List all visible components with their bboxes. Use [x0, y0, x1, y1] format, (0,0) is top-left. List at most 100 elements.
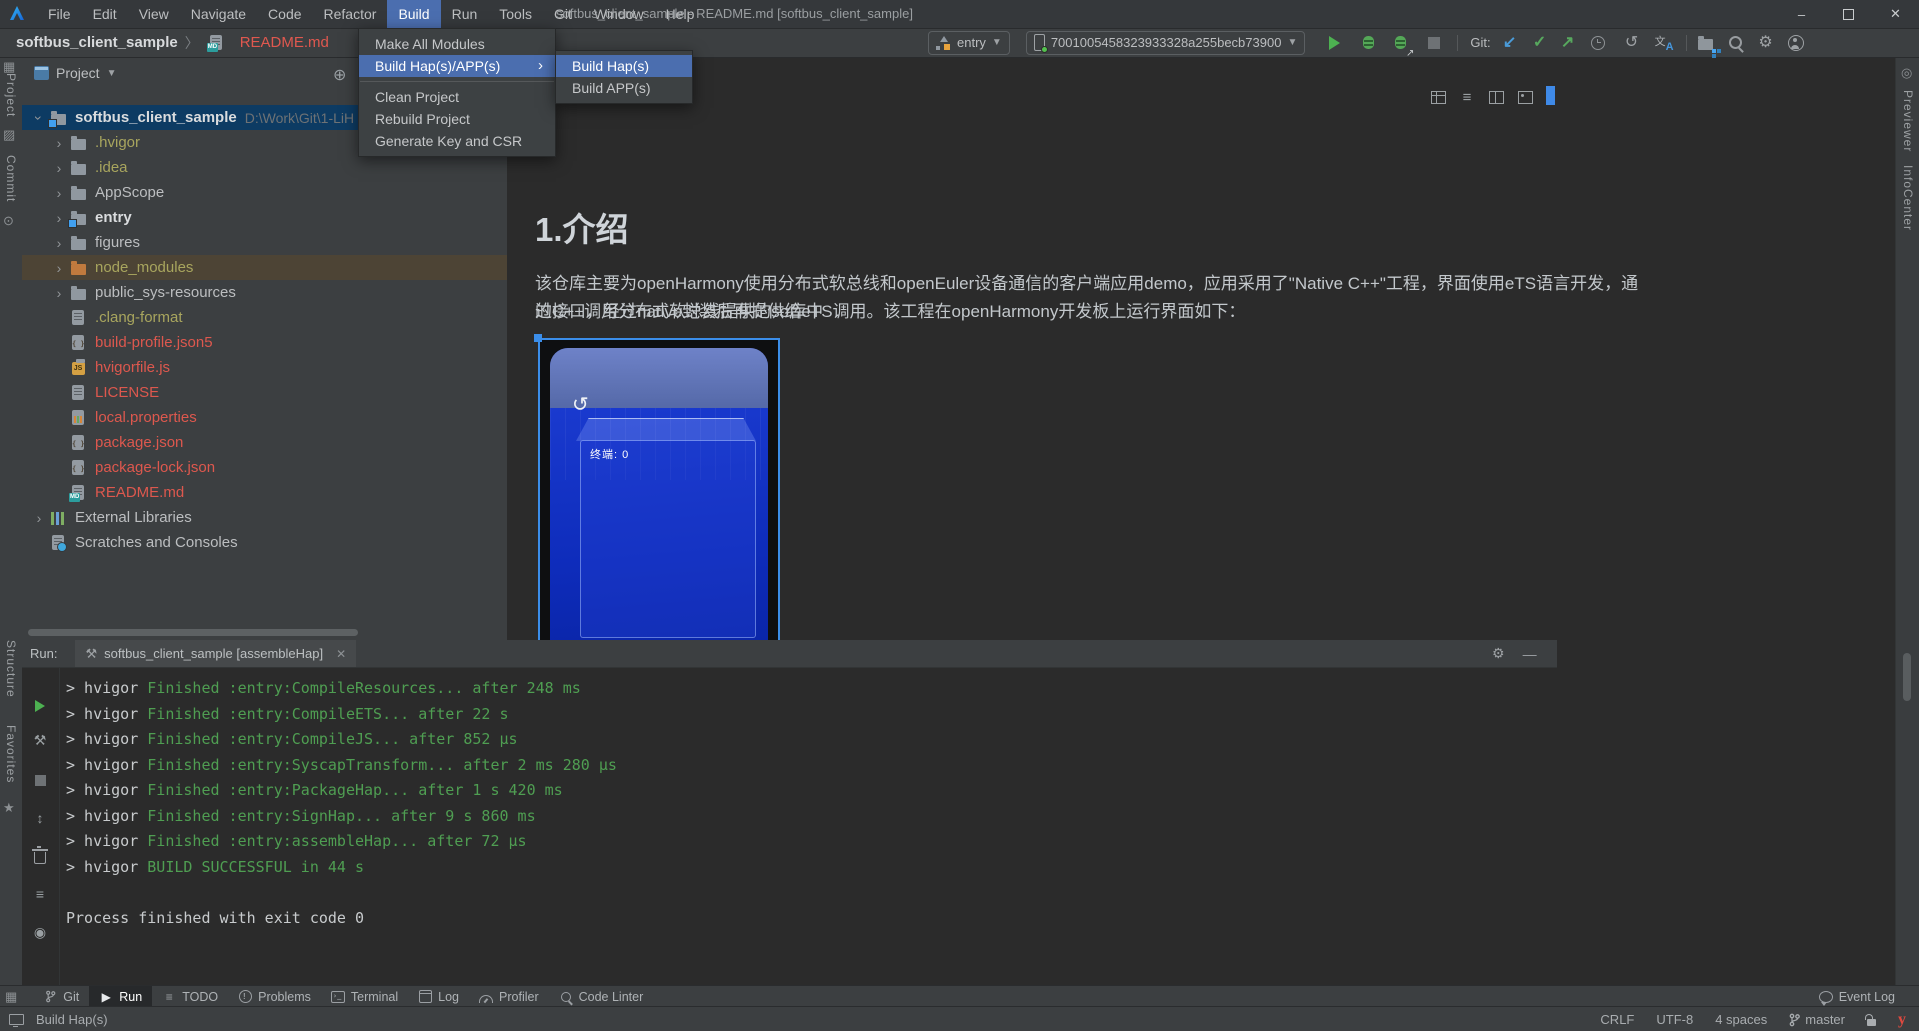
project-panel-header[interactable]: Project ▼ [34, 63, 116, 83]
git-update-button[interactable]: ↙ [1501, 31, 1519, 55]
chevron-icon[interactable]: › [50, 160, 68, 176]
chevron-icon[interactable]: › [31, 109, 47, 127]
console-output[interactable]: > hvigor Finished :entry:CompileResource… [66, 676, 617, 931]
translate-button[interactable] [1655, 31, 1674, 55]
markdown-image[interactable]: ↻ 终端: 0 [538, 338, 780, 640]
status-badge[interactable]: y [1898, 1011, 1906, 1029]
tree-item-node-modules[interactable]: ›node_modules [22, 255, 507, 280]
menu-item-build-hap-s-app-s[interactable]: Build Hap(s)/APP(s)› [359, 55, 555, 77]
split-view-icon[interactable] [1486, 88, 1506, 106]
project-structure-button[interactable] [1697, 31, 1715, 55]
scrollbar-thumb[interactable] [1546, 86, 1555, 105]
tree-item-build-profile-json5[interactable]: build-profile.json5 [22, 330, 507, 355]
menu-item-build-hap-s[interactable]: Build Hap(s) [556, 55, 692, 77]
tree-item-appscope[interactable]: ›AppScope [22, 180, 507, 205]
menu-code[interactable]: Code [257, 0, 312, 28]
toolwindow-event-log[interactable]: Event Log [1809, 986, 1905, 1007]
menu-build[interactable]: Build [387, 0, 440, 28]
line-ending-widget[interactable]: CRLF [1600, 1012, 1634, 1027]
chevron-icon[interactable]: › [50, 135, 68, 151]
menu-navigate[interactable]: Navigate [180, 0, 257, 28]
chevron-icon[interactable]: › [30, 510, 48, 526]
close-icon[interactable]: ✕ [336, 647, 346, 661]
status-message[interactable]: Build Hap(s) [36, 1012, 108, 1027]
attach-debugger-button[interactable]: ↗ [1391, 31, 1409, 55]
tree-item-readme-md[interactable]: README.md [22, 480, 507, 505]
menu-item-build-app-s[interactable]: Build APP(s) [556, 77, 692, 99]
tree-item-scratches-and-consoles[interactable]: Scratches and Consoles [22, 530, 507, 555]
soft-wrap-button[interactable]: ≡ [31, 885, 49, 903]
run-button[interactable] [1325, 31, 1343, 55]
stripe-favorites-button[interactable]: Favorites [4, 725, 18, 783]
chevron-icon[interactable]: › [50, 185, 68, 201]
toolwindow-profiler[interactable]: Profiler [469, 986, 549, 1007]
toolwindow-code-linter[interactable]: Code Linter [549, 986, 654, 1007]
locate-file-icon[interactable]: ⊕ [333, 65, 346, 85]
selection-handle[interactable] [534, 334, 542, 342]
tree-item-local-properties[interactable]: local.properties [22, 405, 507, 430]
encoding-widget[interactable]: UTF-8 [1656, 1012, 1693, 1027]
stripe-structure-button[interactable]: Structure [4, 640, 18, 698]
clear-console-button[interactable] [31, 847, 49, 865]
tree-item-entry[interactable]: ›entry [22, 205, 507, 230]
close-button[interactable]: ✕ [1872, 0, 1919, 28]
image-view-icon[interactable] [1515, 88, 1535, 106]
menu-refactor[interactable]: Refactor [313, 0, 388, 28]
pin-button[interactable]: ◉ [31, 923, 49, 941]
toolwindow-run[interactable]: ▶Run [89, 986, 152, 1007]
chevron-icon[interactable]: › [50, 235, 68, 251]
toolwindow-git[interactable]: Git [33, 986, 89, 1007]
grid-view-icon[interactable] [1428, 88, 1448, 106]
tree-item-external-libraries[interactable]: ›External Libraries [22, 505, 507, 530]
stop-button[interactable] [1425, 31, 1443, 55]
stripe-previewer-button[interactable]: Previewer [1901, 90, 1915, 152]
indent-widget[interactable]: 4 spaces [1715, 1012, 1767, 1027]
breadcrumb-file[interactable]: README.md [240, 34, 329, 51]
menu-file[interactable]: File [37, 0, 82, 28]
tree-item-clang-format[interactable]: .clang-format [22, 305, 507, 330]
menu-item-make-all-modules[interactable]: Make All Modules [359, 33, 555, 55]
tree-item-idea[interactable]: ›.idea [22, 155, 507, 180]
tree-item-package-lock-json[interactable]: package-lock.json [22, 455, 507, 480]
debug-button[interactable] [1359, 31, 1377, 55]
tree-item-license[interactable]: LICENSE [22, 380, 507, 405]
stripe-project-button[interactable]: Project [4, 73, 18, 117]
tree-item-package-json[interactable]: package.json [22, 430, 507, 455]
toolwindow-todo[interactable]: ≡TODO [152, 986, 228, 1007]
device-selector[interactable]: 7001005458323933328a255becb73900 ▼ [1026, 31, 1306, 55]
settings-button[interactable]: ⚙ [1757, 31, 1775, 55]
outline-icon[interactable]: ≡ [1457, 88, 1477, 106]
history-button[interactable] [1589, 31, 1607, 55]
menu-run[interactable]: Run [441, 0, 489, 28]
horizontal-scrollbar[interactable] [28, 629, 358, 636]
rollback-button[interactable]: ↺ [1623, 31, 1641, 55]
tree-item-hvigorfile-js[interactable]: hvigorfile.js [22, 355, 507, 380]
git-commit-button[interactable]: ✓ [1531, 31, 1549, 55]
maximize-button[interactable] [1825, 0, 1872, 28]
stripe-commit-button[interactable]: Commit [4, 155, 18, 202]
scrollbar-thumb[interactable] [1903, 653, 1911, 701]
lock-icon[interactable] [1867, 1019, 1876, 1026]
menu-item-generate-key-and-csr[interactable]: Generate Key and CSR [359, 130, 555, 152]
search-everywhere-button[interactable] [1727, 31, 1745, 55]
module-selector[interactable]: entry ▼ [928, 31, 1010, 55]
hide-panel-icon[interactable]: — [1523, 646, 1537, 662]
breadcrumb-project[interactable]: softbus_client_sample [16, 34, 178, 51]
menu-item-clean-project[interactable]: Clean Project [359, 86, 555, 108]
menu-view[interactable]: View [128, 0, 180, 28]
stop-button[interactable] [31, 771, 49, 789]
run-tab[interactable]: ⚒ softbus_client_sample [assembleHap] ✕ [75, 640, 356, 667]
rerun-button[interactable] [31, 697, 49, 715]
menu-item-rebuild-project[interactable]: Rebuild Project [359, 108, 555, 130]
toolwindow-problems[interactable]: Problems [228, 986, 321, 1007]
minimize-button[interactable]: – [1778, 0, 1825, 28]
git-push-button[interactable]: ↗ [1559, 31, 1577, 55]
tree-item-public-sys-resources[interactable]: ›public_sys-resources [22, 280, 507, 305]
chevron-icon[interactable]: › [50, 210, 68, 226]
gear-icon[interactable]: ⚙ [1492, 645, 1505, 662]
git-branch-widget[interactable]: master [1789, 1012, 1845, 1027]
toolwindow-terminal[interactable]: Terminal [321, 986, 408, 1007]
menu-tools[interactable]: Tools [488, 0, 543, 28]
build-settings-button[interactable]: ⚒ [31, 731, 49, 749]
tool-windows-corner-icon[interactable]: ▦ [5, 989, 17, 1005]
